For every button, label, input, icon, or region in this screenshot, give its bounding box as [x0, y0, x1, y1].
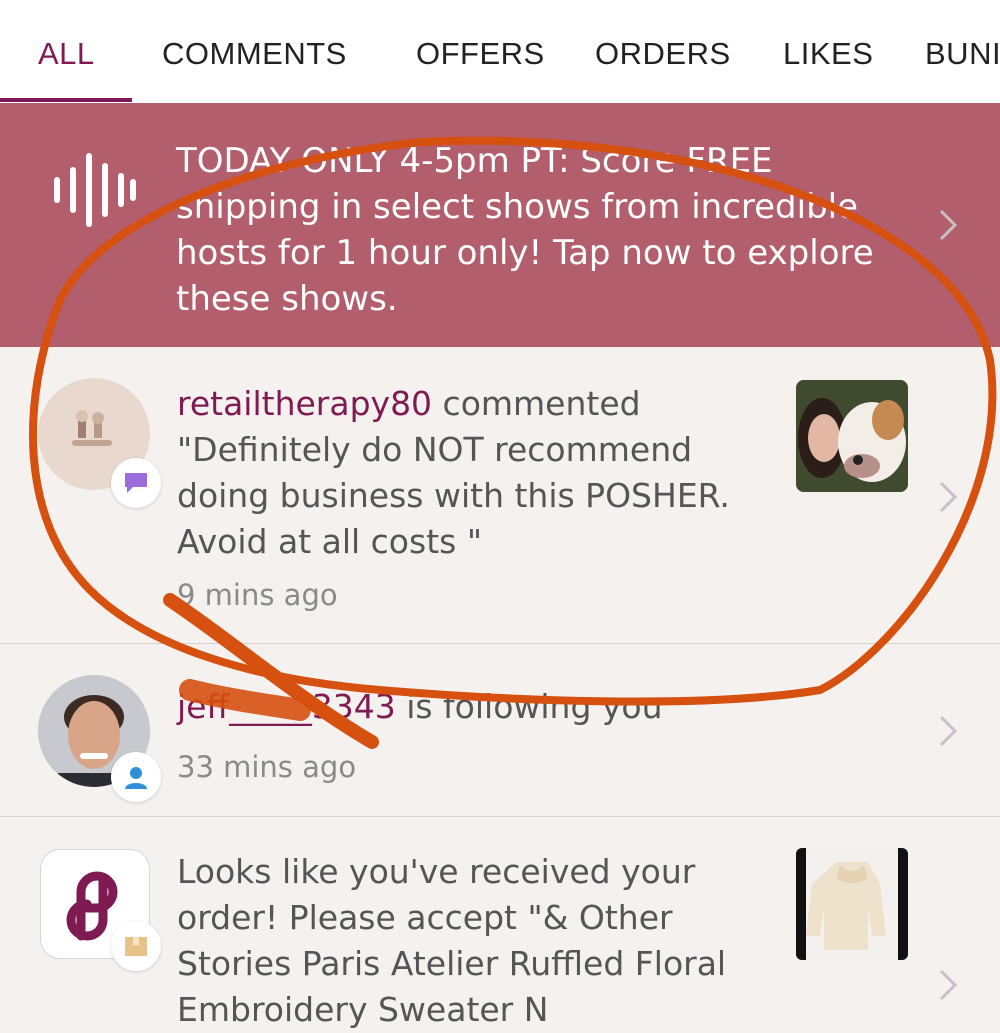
follow-notification-text[interactable]: jeff_____3343 is following you — [177, 684, 777, 730]
action-text: commented — [432, 384, 641, 423]
promo-banner-text: TODAY ONLY 4-5pm PT: Score FREE shipping… — [176, 141, 874, 319]
chevron-right-icon[interactable] — [933, 965, 963, 1005]
tab-orders[interactable]: ORDERS — [595, 36, 731, 72]
username-link[interactable]: retailtherapy80 — [177, 384, 432, 423]
listing-thumbnail[interactable] — [796, 848, 908, 960]
order-badge — [111, 921, 161, 971]
timestamp: 33 mins ago — [177, 750, 357, 784]
notification-tabs: ALL COMMENTS OFFERS ORDERS LIKES BUNI — [0, 0, 1000, 104]
tab-bundles[interactable]: BUNI — [925, 36, 1000, 72]
divider — [0, 816, 1000, 817]
active-tab-indicator — [0, 98, 132, 102]
action-text: is following you — [395, 687, 663, 726]
chevron-right-icon[interactable] — [933, 477, 963, 517]
tab-offers[interactable]: OFFERS — [416, 36, 545, 72]
chevron-right-icon[interactable] — [933, 711, 963, 751]
follow-badge — [111, 752, 161, 802]
divider — [0, 643, 1000, 644]
user-icon — [125, 767, 147, 789]
listing-thumbnail[interactable] — [796, 380, 908, 492]
comment-notification-text[interactable]: retailtherapy80 commented "Definitely do… — [177, 381, 777, 565]
tab-comments[interactable]: COMMENTS — [162, 36, 347, 72]
package-icon — [125, 937, 147, 956]
order-notification-text[interactable]: Looks like you've received your order! P… — [177, 849, 737, 1033]
tab-likes[interactable]: LIKES — [783, 36, 873, 72]
comment-badge — [111, 458, 161, 508]
tab-all[interactable]: ALL — [38, 36, 95, 72]
comment-text: "Definitely do NOT recommend doing busin… — [177, 430, 730, 561]
username-link[interactable]: jeff_____3343 — [177, 687, 396, 726]
chevron-right-icon[interactable] — [933, 205, 963, 245]
audio-wave-icon — [54, 153, 136, 227]
comment-icon — [125, 473, 147, 493]
timestamp: 9 mins ago — [177, 578, 338, 612]
